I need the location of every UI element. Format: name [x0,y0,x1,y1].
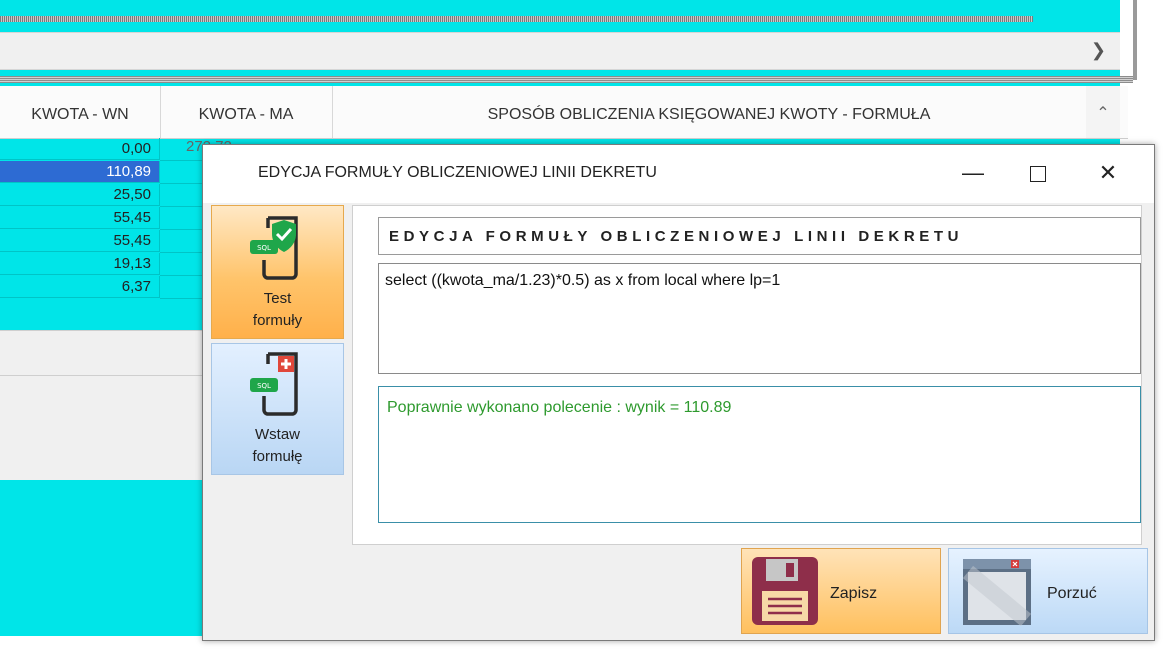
close-icon: ✕ [1098,160,1118,185]
editor-header: EDYCJA FORMUŁY OBLICZENIOWEJ LINII DEKRE… [378,217,1141,255]
cell-kwota-wn[interactable]: 25,50 [0,184,160,206]
test-formula-label-2: formuły [252,312,303,329]
cell-kwota-wn[interactable]: 19,13 [0,253,160,275]
minimize-button[interactable]: — [948,153,998,193]
top-strip [0,0,1133,30]
window-close-icon [962,559,1032,627]
right-edge-bar [1133,0,1137,80]
column-header-formula[interactable]: SPOSÓB OBLICZENIA KSIĘGOWANEJ KWOTY - FO… [332,86,1086,138]
save-label: Zapisz [830,585,878,602]
cancel-button[interactable]: Porzuć [948,548,1148,634]
save-button[interactable]: Zapisz [741,548,941,634]
insert-formula-label-1: Wstaw [255,426,300,443]
maximize-icon [1030,166,1046,183]
cell-kwota-wn[interactable]: 0,00 [0,138,160,160]
grid-splitter[interactable] [0,76,1133,83]
cancel-label: Porzuć [1047,585,1097,602]
horizontal-scrollbar[interactable]: ❯ [0,32,1120,70]
sql-check-icon: SQL [250,216,298,280]
top-splitter[interactable] [0,16,1033,22]
dialog-titlebar[interactable]: EDYCJA FORMUŁY OBLICZENIOWEJ LINII DEKRE… [203,145,1154,203]
sql-badge: SQL [257,382,271,390]
sql-badge: SQL [257,244,271,252]
close-button[interactable]: ✕ [1083,153,1133,193]
lower-panel [0,376,220,480]
test-formula-label-1: Test [263,290,292,307]
sql-insert-icon: SQL [250,352,298,416]
scroll-right-icon[interactable]: ❯ [1091,40,1106,61]
grid-header: KWOTA - WN KWOTA - MA SPOSÓB OBLICZENIA … [0,86,1128,139]
column-header-kwota-wn[interactable]: KWOTA - WN [0,86,161,138]
minimize-icon: — [962,160,984,185]
cell-kwota-wn[interactable]: 6,37 [0,276,160,298]
formula-input[interactable]: select ((kwota_ma/1.23)*0.5) as x from l… [378,263,1141,374]
cell-kwota-wn[interactable]: 55,45 [0,230,160,252]
test-formula-button[interactable]: SQL Test formuły [211,205,344,339]
cell-kwota-wn[interactable]: 55,45 [0,207,160,229]
scroll-up-icon[interactable]: ⌃ [1086,86,1120,138]
maximize-button[interactable] [1013,153,1063,193]
formula-edit-dialog: EDYCJA FORMUŁY OBLICZENIOWEJ LINII DEKRE… [202,144,1155,641]
cell-kwota-wn[interactable]: 110,89 [0,161,160,183]
result-output: Poprawnie wykonano polecenie : wynik = 1… [378,386,1141,523]
floppy-disk-icon [752,557,818,625]
dialog-title: EDYCJA FORMUŁY OBLICZENIOWEJ LINII DEKRE… [258,164,657,181]
grid-footer [0,330,220,376]
insert-formula-button[interactable]: SQL Wstaw formułę [211,343,344,475]
column-header-kwota-ma[interactable]: KWOTA - MA [160,86,333,138]
insert-formula-label-2: formułę [252,448,303,465]
